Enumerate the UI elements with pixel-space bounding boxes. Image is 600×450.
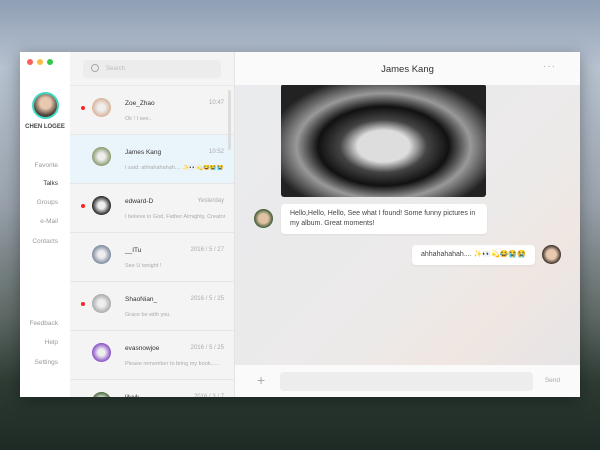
user-avatar[interactable] [32,92,59,119]
contact-name: ShaoNian_ [125,296,158,303]
search-icon [91,64,99,72]
conversation-list: Search Zoe_Zhao 10:47 Ok ! I see.. James… [70,52,235,397]
message-time: 2016 / 3 / 7 [193,394,224,397]
message-incoming: Hello,Hello, Hello, See what I found! So… [281,204,487,234]
nav-settings[interactable]: Settings [35,359,59,366]
contact-avatar [92,343,111,362]
more-icon[interactable]: ··· [543,61,556,72]
contact-name: edward-D [125,198,154,205]
search-placeholder: Search [106,66,126,72]
chat-header: James Kang ··· [235,52,580,85]
my-avatar[interactable] [542,245,561,264]
conversation-item[interactable]: lilyyk 2016 / 3 / 7 [70,380,234,397]
message-time: 2016 / 5 / 25 [190,296,224,302]
scrollbar[interactable] [228,90,231,150]
nav-email[interactable]: e-Mail [40,218,58,225]
message-preview: See U tonight ! [125,263,162,269]
contact-name: Zoe_Zhao [125,100,155,107]
contact-avatar [92,294,111,313]
message-time: Yesterday [197,198,224,204]
chat-window: CHEN LOGEE Favorite Talks Groups e-Mail … [20,52,580,397]
contact-avatar [92,98,111,117]
contact-avatar[interactable] [254,209,273,228]
contact-avatar [92,147,111,166]
user-name: CHEN LOGEE [25,124,65,130]
message-input[interactable] [280,372,533,391]
message-preview: Ok ! I see.. [125,116,152,122]
minimize-button[interactable] [37,59,43,65]
sidebar: CHEN LOGEE Favorite Talks Groups e-Mail … [20,52,70,397]
nav-groups[interactable]: Groups [37,199,58,206]
contact-avatar [92,392,111,397]
maximize-button[interactable] [47,59,53,65]
conversation-item[interactable]: Zoe_Zhao 10:47 Ok ! I see.. [70,86,234,135]
message-time: 2016 / 5 / 25 [190,345,224,351]
nav-contacts[interactable]: Contacts [32,238,58,245]
conversation-item[interactable]: __ITu 2016 / 5 / 27 See U tonight ! [70,233,234,282]
message-time: 10:47 [208,100,224,106]
nav-help[interactable]: Help [45,339,58,346]
message-preview: I said: ahhahahahah.... ✨👀💫😂😭😭 [125,165,224,171]
contact-name: evasnowjoe [125,345,160,352]
conversation-item[interactable]: ShaoNian_ 2016 / 5 / 25 Grace be with yo… [70,282,234,331]
contact-name: __ITu [125,247,142,254]
contact-name: lilyyk [125,394,139,397]
message-preview: Grace be with you. [125,312,171,318]
nav-favorite[interactable]: Favorite [35,162,58,169]
message-time: 10:52 [208,149,224,155]
unread-dot [81,204,85,208]
unread-dot [81,106,85,110]
message-time: 2016 / 5 / 27 [190,247,224,253]
unread-dot [81,302,85,306]
message-preview: I believe in God, Father Almighty, Creat… [125,214,225,220]
conversation-item[interactable]: James Kang 10:52 I said: ahhahahahah....… [70,135,234,184]
chat-title: James Kang [381,64,434,75]
message-preview: Please remember to bring my book...... [125,361,220,367]
shared-photo[interactable] [281,84,486,197]
contact-avatar [92,245,111,264]
send-button[interactable]: Send [545,377,560,384]
conversation-item[interactable]: edward-D Yesterday I believe in God, Fat… [70,184,234,233]
nav-talks[interactable]: Talks [43,180,58,187]
close-button[interactable] [27,59,33,65]
contact-avatar [92,196,111,215]
conversation-items: Zoe_Zhao 10:47 Ok ! I see.. James Kang 1… [70,85,234,397]
chat-panel: James Kang ··· Hello,Hello, Hello, See w… [235,52,580,397]
window-controls [27,59,53,65]
contact-name: James Kang [125,149,162,156]
input-bar: + Send [235,365,580,397]
message-outgoing: ahhahahahah.... ✨👀💫😂😭😭 [412,245,535,265]
conversation-item[interactable]: evasnowjoe 2016 / 5 / 25 Please remember… [70,331,234,380]
plus-icon[interactable]: + [257,372,265,388]
search-input[interactable]: Search [83,60,221,78]
nav-feedback[interactable]: Feedback [29,320,58,327]
